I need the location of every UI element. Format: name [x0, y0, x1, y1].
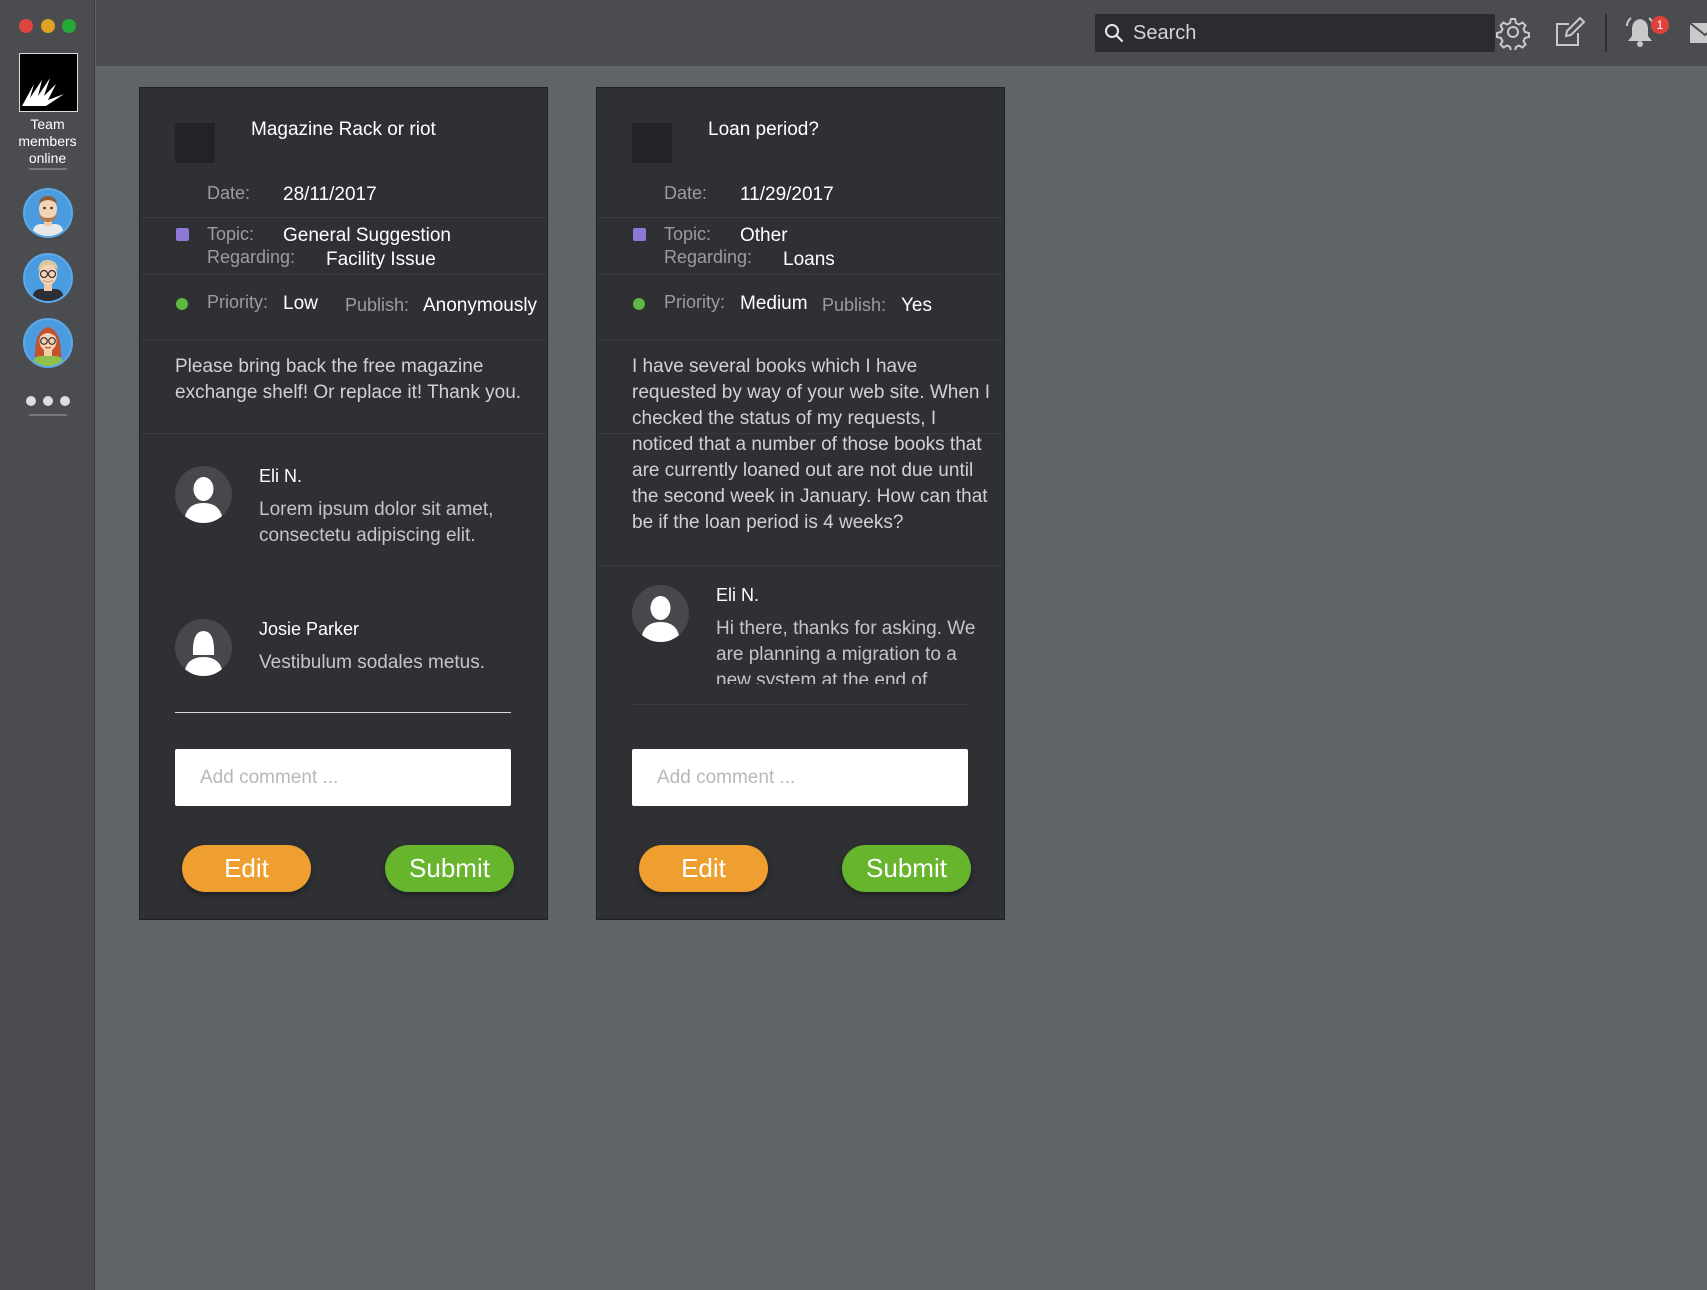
team-member-avatar[interactable]	[23, 188, 73, 238]
search-box[interactable]	[1095, 14, 1495, 52]
priority-value: Low	[283, 293, 318, 314]
priority-status-dot	[176, 298, 188, 310]
feedback-description: Please bring back the free magazine exch…	[175, 356, 522, 403]
topic-color-dot	[176, 228, 189, 241]
regarding-value: Facility Issue	[326, 249, 436, 270]
search-input[interactable]	[1133, 14, 1488, 52]
divider	[597, 339, 1004, 340]
date-value: 11/29/2017	[740, 184, 834, 205]
submit-button[interactable]: Submit	[385, 845, 514, 892]
divider	[597, 274, 1004, 275]
card-title: Loan period?	[708, 119, 819, 140]
edit-button[interactable]: Edit	[182, 845, 311, 892]
topic-value: Other	[740, 225, 788, 246]
search-icon	[1105, 24, 1124, 43]
window-minimize-button[interactable]	[41, 19, 55, 33]
notifications-count-badge: 1	[1651, 16, 1669, 34]
sidebar: Team members online	[0, 0, 95, 1290]
publish-value: Yes	[901, 295, 932, 316]
priority-label: Priority:	[664, 292, 726, 312]
commenter-name: Josie Parker	[259, 619, 360, 639]
add-comment-input[interactable]	[175, 749, 511, 806]
comment-text: Lorem ipsum dolor sit amet, consectetu a…	[259, 499, 494, 546]
window-maximize-button[interactable]	[62, 19, 76, 33]
commenter-name: Eli N.	[716, 585, 760, 605]
topic-value: General Suggestion	[283, 225, 451, 246]
team-members-online-label: Team members online	[18, 116, 77, 166]
top-toolbar: 1 3 ?	[96, 0, 1707, 66]
topic-label: Topic:	[664, 224, 712, 244]
divider	[597, 433, 1004, 434]
topic-color-dot	[633, 228, 646, 241]
date-value: 28/11/2017	[283, 184, 377, 205]
divider	[597, 565, 1004, 566]
add-comment-input[interactable]	[632, 749, 968, 806]
mail-icon[interactable]	[1687, 14, 1707, 50]
regarding-label: Regarding:	[207, 247, 296, 267]
feedback-description[interactable]: I have several books which I have reques…	[632, 354, 992, 558]
edit-button[interactable]: Edit	[639, 845, 768, 892]
team-member-avatar[interactable]	[23, 253, 73, 303]
submit-button[interactable]: Submit	[842, 845, 971, 892]
priority-value: Medium	[740, 293, 808, 314]
divider	[140, 217, 547, 218]
divider	[175, 712, 511, 713]
feedback-card: Loan period? Date: 11/29/2017 Topic: Oth…	[596, 87, 1005, 920]
date-label: Date:	[207, 183, 251, 203]
feedback-card: Magazine Rack or riot Date: 28/11/2017 T…	[139, 87, 548, 920]
card-title: Magazine Rack or riot	[251, 119, 436, 140]
gear-icon[interactable]	[1495, 14, 1531, 50]
publish-label: Publish:	[345, 295, 410, 315]
regarding-label: Regarding:	[664, 247, 753, 267]
date-label: Date:	[664, 183, 708, 203]
team-member-avatar[interactable]	[23, 318, 73, 368]
comment-text[interactable]: Hi there, thanks for asking. We are plan…	[716, 616, 991, 684]
divider	[29, 168, 67, 170]
commenter-avatar-icon	[175, 619, 232, 676]
publish-value: Anonymously	[423, 295, 538, 316]
card-select-checkbox[interactable]	[175, 123, 215, 163]
card-select-checkbox[interactable]	[632, 123, 672, 163]
commenter-avatar-icon	[632, 585, 689, 642]
publish-label: Publish:	[822, 295, 887, 315]
divider	[1605, 14, 1607, 52]
priority-status-dot	[633, 298, 645, 310]
divider	[140, 339, 547, 340]
divider	[29, 414, 67, 416]
app-logo[interactable]	[19, 53, 78, 112]
compose-icon[interactable]	[1552, 14, 1588, 50]
regarding-value: Loans	[783, 249, 835, 270]
topic-label: Topic:	[207, 224, 255, 244]
divider	[597, 217, 1004, 218]
comment-text: Vestibulum sodales metus.	[259, 652, 486, 673]
window-close-button[interactable]	[19, 19, 33, 33]
commenter-avatar-icon	[175, 466, 232, 523]
priority-label: Priority:	[207, 292, 269, 312]
more-team-members-button[interactable]	[26, 396, 70, 406]
divider	[140, 274, 547, 275]
divider	[140, 433, 547, 434]
divider	[632, 704, 968, 705]
commenter-name: Eli N.	[259, 466, 303, 486]
